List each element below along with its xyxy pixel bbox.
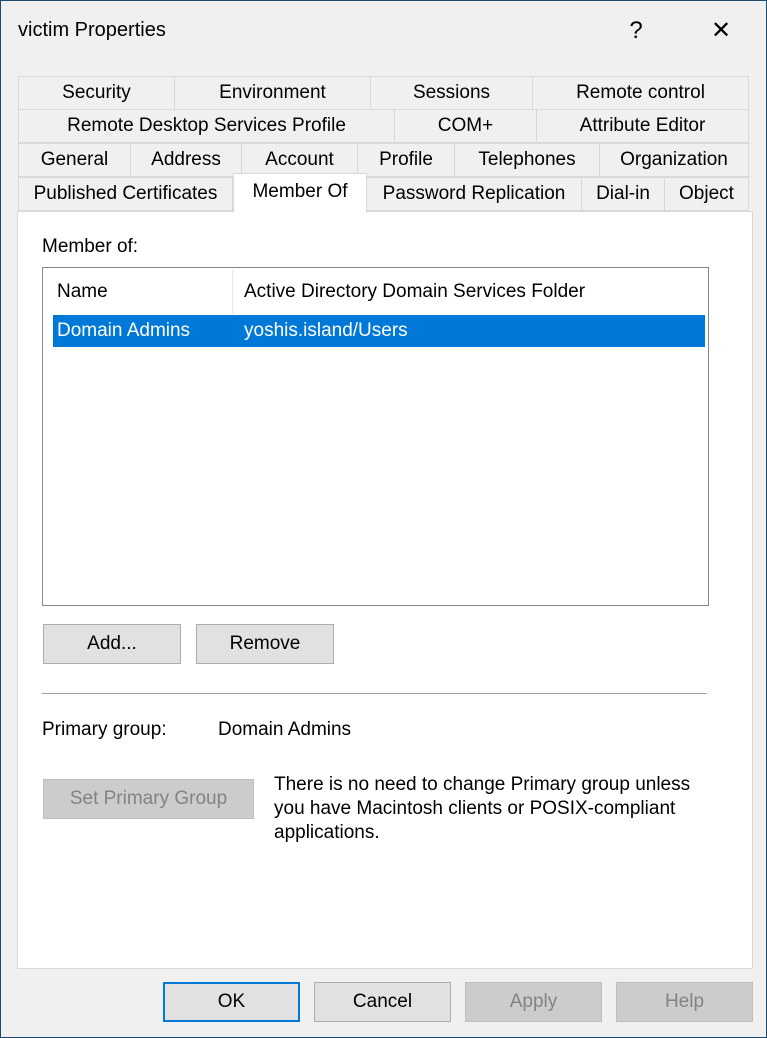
column-header-folder[interactable]: Active Directory Domain Services Folder [230,268,585,316]
help-footer-button[interactable]: Help [616,982,753,1022]
ok-button[interactable]: OK [163,982,300,1022]
tab-dial-in[interactable]: Dial-in [581,177,665,211]
tab-environment[interactable]: Environment [174,76,371,110]
info-line: you have Macintosh clients or POSIX-comp… [274,798,676,819]
primary-group-info: There is no need to change Primary group… [274,773,690,845]
member-of-label: Member of: [42,236,139,257]
help-button[interactable]: ? [613,9,659,53]
info-line: There is no need to change Primary group… [274,774,691,795]
group-folder: yoshis.island/Users [244,320,408,341]
tab-security[interactable]: Security [18,76,175,110]
tab-rds-profile[interactable]: Remote Desktop Services Profile [18,109,395,143]
separator [42,693,707,694]
primary-group-value: Domain Admins [218,719,352,740]
tab-account[interactable]: Account [241,143,358,177]
member-of-list[interactable]: Name Active Directory Domain Services Fo… [42,267,709,606]
tab-address[interactable]: Address [130,143,242,177]
dialog-title: victim Properties [18,19,166,41]
tab-profile[interactable]: Profile [357,143,455,177]
primary-group-label: Primary group: [42,719,167,740]
cancel-button[interactable]: Cancel [314,982,451,1022]
tab-published-certificates[interactable]: Published Certificates [18,177,233,211]
remove-button[interactable]: Remove [196,624,334,664]
apply-button[interactable]: Apply [465,982,602,1022]
tab-password-replication[interactable]: Password Replication [366,177,582,211]
add-button[interactable]: Add... [43,624,181,664]
tab-attribute-editor[interactable]: Attribute Editor [536,109,749,143]
list-item[interactable]: Domain Admins yoshis.island/Users [53,315,705,347]
tab-member-of[interactable]: Member Of [233,173,367,213]
properties-dialog: victim Properties ? ✕ Security Environme… [0,0,767,1038]
group-name: Domain Admins [57,320,191,341]
tab-organization[interactable]: Organization [599,143,749,177]
tab-general[interactable]: General [18,143,131,177]
tab-com-plus[interactable]: COM+ [394,109,537,143]
column-header-name[interactable]: Name [43,268,233,316]
tab-object[interactable]: Object [664,177,749,211]
tab-sessions[interactable]: Sessions [370,76,533,110]
close-icon[interactable]: ✕ [698,9,744,53]
tab-remote-control[interactable]: Remote control [532,76,749,110]
set-primary-group-button[interactable]: Set Primary Group [43,779,254,819]
tab-telephones[interactable]: Telephones [454,143,600,177]
info-line: applications. [274,822,380,843]
